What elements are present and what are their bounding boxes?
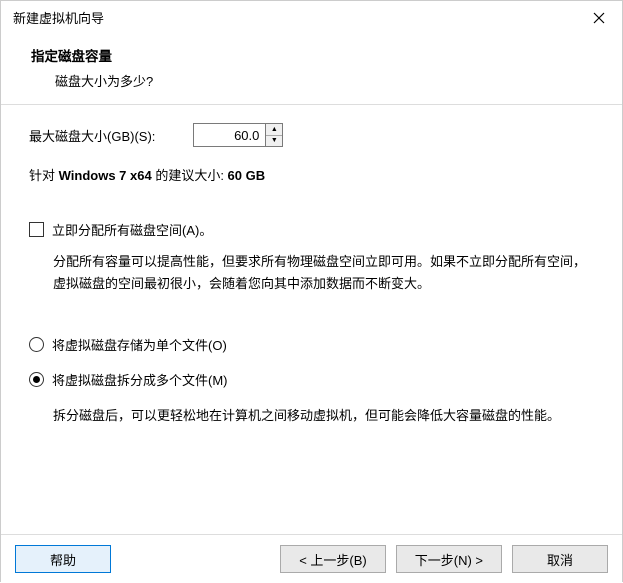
max-disk-row: 最大磁盘大小(GB)(S): ▲ ▼ [29,123,594,147]
cancel-button[interactable]: 取消 [512,545,608,573]
spinner-up-button[interactable]: ▲ [266,124,282,136]
recommend-os: Windows 7 x64 [59,168,152,183]
max-disk-label: 最大磁盘大小(GB)(S): [29,126,155,145]
help-button[interactable]: 帮助 [15,545,111,573]
store-split-radio[interactable] [29,372,44,387]
footer-right-group: < 上一步(B) 下一步(N) > 取消 [280,545,608,573]
close-button[interactable] [576,1,622,35]
recommend-mid: 的建议大小: [152,168,228,183]
titlebar: 新建虚拟机向导 [1,1,622,35]
wizard-header: 指定磁盘容量 磁盘大小为多少? [1,35,622,104]
page-title: 指定磁盘容量 [31,45,600,65]
allocate-now-label: 立即分配所有磁盘空间(A)。 [52,220,212,239]
allocate-now-checkbox[interactable] [29,222,44,237]
allocate-now-checkbox-row[interactable]: 立即分配所有磁盘空间(A)。 [29,220,594,239]
recommend-prefix: 针对 [29,168,59,183]
content-area: 最大磁盘大小(GB)(S): ▲ ▼ 针对 Windows 7 x64 的建议大… [1,105,622,427]
close-icon [593,12,605,24]
store-split-description: 拆分磁盘后，可以更轻松地在计算机之间移动虚拟机，但可能会降低大容量磁盘的性能。 [53,405,594,427]
spinner-down-button[interactable]: ▼ [266,136,282,147]
page-subtitle: 磁盘大小为多少? [55,71,600,90]
back-button[interactable]: < 上一步(B) [280,545,386,573]
store-single-radio[interactable] [29,337,44,352]
window-title: 新建虚拟机向导 [13,8,104,27]
spinner-buttons: ▲ ▼ [265,123,283,147]
store-single-radio-row[interactable]: 将虚拟磁盘存储为单个文件(O) [29,335,594,354]
store-split-radio-row[interactable]: 将虚拟磁盘拆分成多个文件(M) [29,370,594,389]
max-disk-input[interactable] [193,123,265,147]
max-disk-spinner[interactable]: ▲ ▼ [193,123,283,147]
store-single-label: 将虚拟磁盘存储为单个文件(O) [52,335,227,354]
allocate-now-description: 分配所有容量可以提高性能，但要求所有物理磁盘空间立即可用。如果不立即分配所有空间… [53,251,594,295]
recommended-size-text: 针对 Windows 7 x64 的建议大小: 60 GB [29,165,594,184]
next-button[interactable]: 下一步(N) > [396,545,502,573]
wizard-footer: 帮助 < 上一步(B) 下一步(N) > 取消 [1,534,622,583]
store-split-label: 将虚拟磁盘拆分成多个文件(M) [52,370,228,389]
recommend-size: 60 GB [228,168,266,183]
